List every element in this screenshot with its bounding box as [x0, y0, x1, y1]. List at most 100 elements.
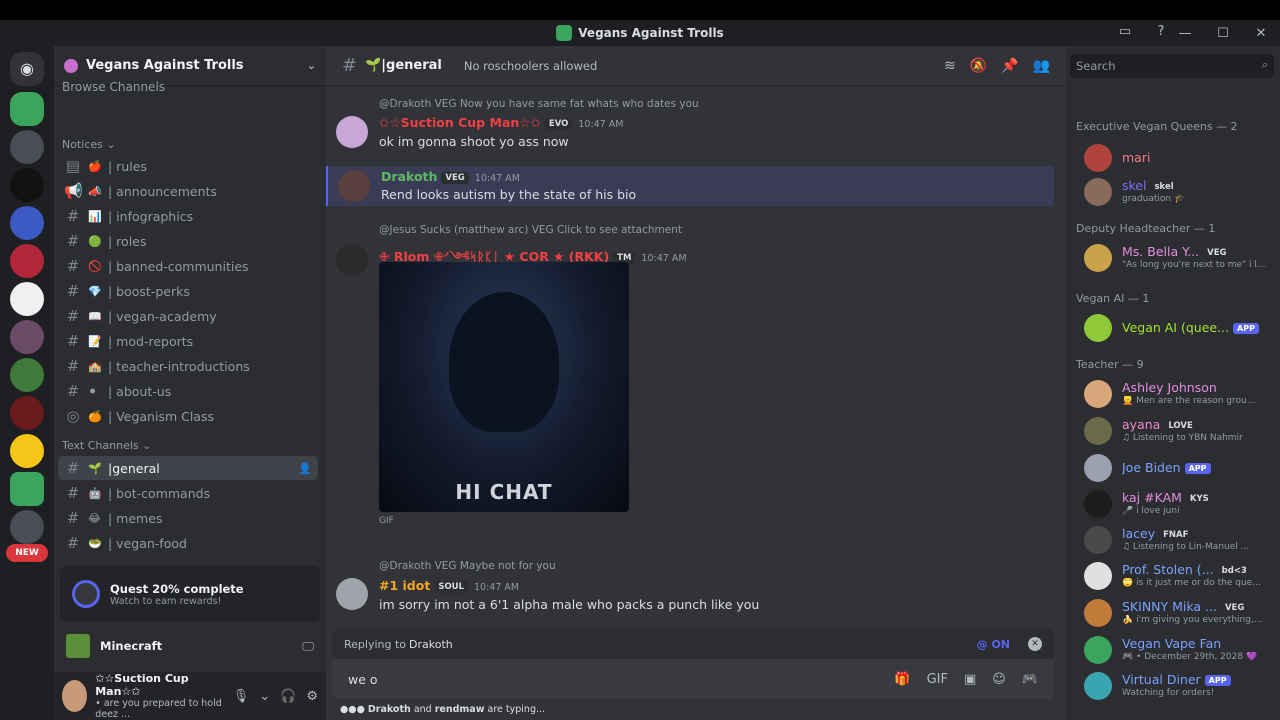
headphones-icon[interactable]: 🎧 [280, 689, 296, 704]
maximize-icon[interactable]: ☐ [1204, 26, 1242, 41]
close-window-icon[interactable]: ✕ [1242, 26, 1280, 41]
microphone-icon[interactable]: 🎙 [233, 689, 250, 704]
gif-icon[interactable]: GIF [927, 672, 948, 687]
channel-rules[interactable]: ▤ 🍎 | rules [58, 154, 318, 178]
notifications-muted-icon[interactable]: 🔕 [970, 58, 987, 74]
mention-toggle[interactable]: @ ON [977, 638, 1010, 651]
category-text-channels[interactable]: Text Channels ⌄ [62, 439, 151, 452]
channel-name: | banned-communities [108, 258, 249, 274]
reply-reference[interactable]: @Drakoth VEG Maybe not for you [379, 560, 556, 572]
message-input[interactable] [348, 671, 848, 687]
member-list-icon[interactable]: 👥 [1033, 58, 1050, 74]
member-name: Vegan AI (quee... APP [1122, 320, 1259, 335]
guild-icon[interactable] [10, 206, 44, 240]
settings-gear-icon[interactable]: ⚙ [306, 689, 318, 704]
close-reply-icon[interactable]: ✕ [1028, 637, 1042, 651]
guild-icon[interactable] [10, 320, 44, 354]
channel-bot-commands[interactable]: # 🤖 | bot-commands [58, 481, 318, 505]
guild-icon[interactable] [10, 282, 44, 316]
channel-infographics[interactable]: # 📊 | infographics [58, 204, 318, 228]
channel-vegan-food[interactable]: # 🥗 | vegan-food [58, 531, 318, 555]
emoji-icon[interactable]: ☺ [992, 672, 1006, 687]
member-item[interactable]: lacey FNAF ♫ Listening to Lin-Manuel ... [1084, 524, 1274, 560]
pin-icon[interactable]: 📌 [1001, 58, 1018, 74]
channel-mod-reports[interactable]: # 📝 | mod-reports [58, 329, 318, 353]
channel-topic[interactable]: No roschoolers allowed [464, 59, 597, 73]
member-item[interactable]: skel skel graduation 🎓 [1084, 176, 1274, 212]
guild-icon[interactable] [10, 244, 44, 278]
search-input[interactable]: Search ⌕ [1070, 54, 1274, 78]
inbox-icon[interactable]: ▭ [1116, 24, 1134, 42]
browse-channels[interactable]: Browse Channels [62, 80, 165, 94]
apps-icon[interactable]: 🎮 [1022, 672, 1038, 687]
member-item[interactable]: Ms. Bella Y... VEG "As long you're next to… [1084, 242, 1274, 278]
member-item[interactable]: Prof. Stolen (... bd<3 🙄 is it just me or … [1084, 560, 1274, 596]
avatar[interactable] [336, 244, 368, 276]
message-author[interactable]: ✩☆Suction Cup Man☆✩ EVO 10:47 AM [379, 115, 623, 130]
gift-icon[interactable]: 🎁 [894, 672, 910, 687]
chevron-down-icon[interactable]: ⌄ [259, 689, 270, 704]
channel-banned-communities[interactable]: # 🚫 | banned-communities [58, 254, 318, 278]
gif-attachment[interactable]: HI CHAT [379, 262, 629, 512]
channel-veganism-class[interactable]: ◎ 🍊 | Veganism Class [58, 404, 318, 428]
discord-home-icon[interactable]: ◉ [10, 52, 44, 86]
member-name: Vegan Vape Fan [1122, 636, 1222, 651]
channel-header: # 🌱|general No roschoolers allowed ≋ 🔕 📌… [326, 46, 1066, 86]
guild-icon[interactable] [10, 472, 44, 506]
avatar [1084, 599, 1112, 627]
reply-reference[interactable]: @Drakoth VEG Now you have same fat whats… [379, 98, 699, 110]
channel-boost-perks[interactable]: # 💎 | boost-perks [58, 279, 318, 303]
avatar[interactable] [336, 578, 368, 610]
member-item[interactable]: kaj #KAM KYS 🎤 i love juni [1084, 488, 1274, 524]
category-notices[interactable]: Notices ⌄ [62, 138, 116, 151]
guild-icon[interactable] [10, 358, 44, 392]
search-placeholder: Search [1076, 59, 1116, 73]
channel-about-us[interactable]: # ⚫ | about-us [58, 379, 318, 403]
member-item[interactable]: SKINNY Mika ... VEG 🍌 i'm giving you every… [1084, 597, 1274, 633]
member-item[interactable]: Virtual Diner APP Watching for orders! [1084, 670, 1274, 706]
avatar[interactable] [338, 170, 370, 202]
threads-icon[interactable]: ≋ [944, 58, 956, 74]
window-controls: — ☐ ✕ [1166, 20, 1280, 46]
message-author[interactable]: #1 idot SOUL 10:47 AM [379, 578, 519, 593]
channel-announcements[interactable]: 📢 📣 | announcements [58, 179, 318, 203]
channel-emoji: 🥗 [88, 536, 102, 550]
avatar [1084, 244, 1112, 272]
member-name: kaj #KAM KYS [1122, 490, 1213, 505]
reply-reference[interactable]: @Jesus Sucks (matthew arc) VEG Click to … [379, 224, 682, 236]
quest-progress[interactable]: Quest 20% complete Watch to earn rewards… [60, 566, 320, 622]
channel-roles[interactable]: # 🟢 | roles [58, 229, 318, 253]
channel-emoji: 💎 [88, 284, 102, 298]
channel-general[interactable]: # 🌱 |general 👤 [58, 456, 318, 480]
channel-memes[interactable]: # 😂 | memes [58, 506, 318, 530]
guild-icon[interactable] [10, 510, 44, 544]
add-member-icon[interactable]: 👤 [298, 462, 312, 475]
hash-icon: # [66, 484, 80, 502]
message-author[interactable]: Drakoth VEG 10:47 AM [381, 169, 520, 184]
channel-vegan-academy[interactable]: # 📖 | vegan-academy [58, 304, 318, 328]
guild-icon[interactable] [10, 434, 44, 468]
guild-icon[interactable] [10, 168, 44, 202]
avatar[interactable] [62, 680, 88, 712]
typing-and: and [413, 704, 432, 715]
hash-icon: # [66, 257, 80, 275]
guild-icon[interactable] [10, 130, 44, 164]
guild-vegans-against-trolls[interactable] [10, 92, 44, 126]
avatar[interactable] [336, 116, 368, 148]
member-item[interactable]: ayana LOVE ♫ Listening to YBN Nahmir [1084, 415, 1274, 451]
member-item[interactable]: Joe Biden APP [1084, 452, 1274, 488]
member-item[interactable]: mari [1084, 142, 1274, 178]
screen-share-icon[interactable]: 🖵 [302, 639, 314, 654]
minecraft-icon [66, 634, 90, 658]
member-item[interactable]: Ashley Johnson 👱 Men are the reason grou.… [1084, 378, 1274, 414]
minimize-icon[interactable]: — [1166, 26, 1204, 41]
stage-icon: ◎ [66, 407, 80, 425]
sticker-icon[interactable]: ▣ [964, 672, 976, 687]
role-header: Vegan AI — 1 [1076, 292, 1150, 305]
member-item[interactable]: Vegan Vape Fan 🎮 • December 29th, 2028 💜 [1084, 634, 1274, 670]
channel-name: | memes [108, 510, 163, 526]
channel-teacher-introductions[interactable]: # 🏫 | teacher-introductions [58, 354, 318, 378]
message: @Drakoth VEG Now you have same fat whats… [326, 96, 1054, 152]
member-item[interactable]: Vegan AI (quee... APP [1084, 312, 1274, 348]
guild-icon[interactable] [10, 396, 44, 430]
